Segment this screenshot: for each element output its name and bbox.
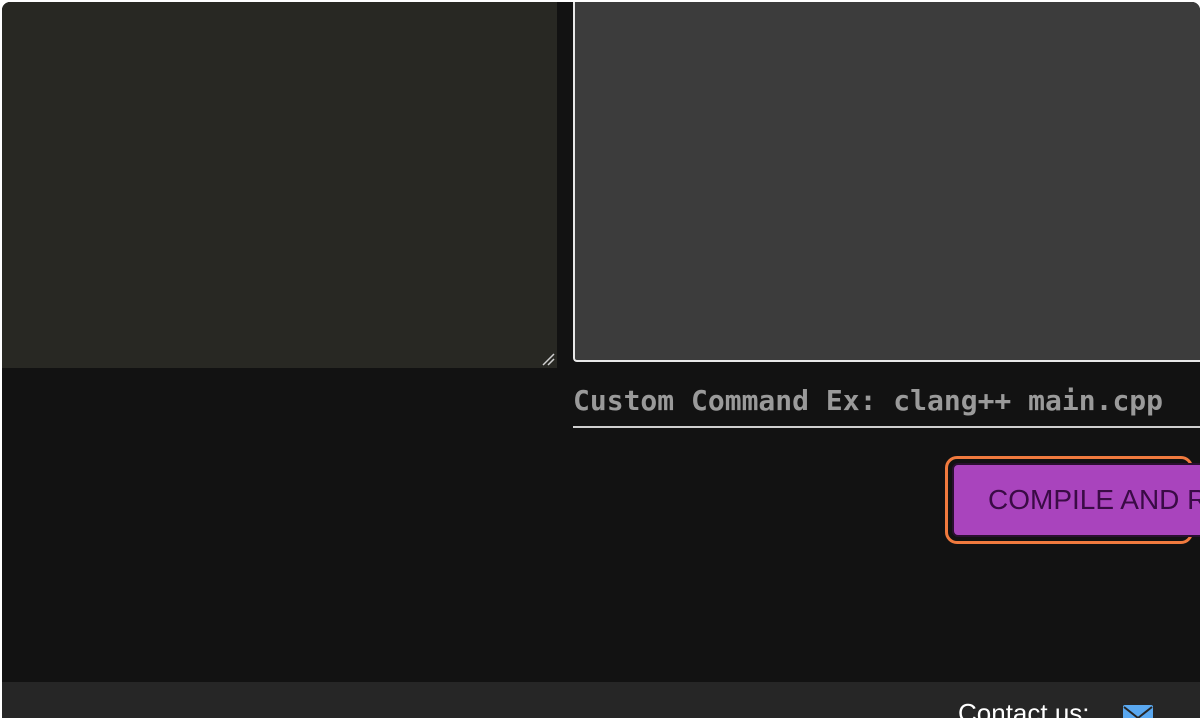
resize-grip-icon[interactable] bbox=[541, 352, 555, 366]
envelope-icon[interactable] bbox=[1122, 704, 1154, 718]
output-panel bbox=[573, 2, 1200, 362]
compile-and-run-button[interactable]: COMPILE AND RUN bbox=[952, 463, 1200, 537]
contact-label: Contact us: bbox=[958, 698, 1090, 718]
panel-divider bbox=[557, 2, 571, 368]
app-frame: COMPILE AND RUN Contact us: bbox=[2, 2, 1200, 718]
code-editor[interactable] bbox=[2, 2, 557, 368]
custom-command-input[interactable] bbox=[573, 374, 1200, 428]
footer: Contact us: bbox=[2, 682, 1200, 718]
